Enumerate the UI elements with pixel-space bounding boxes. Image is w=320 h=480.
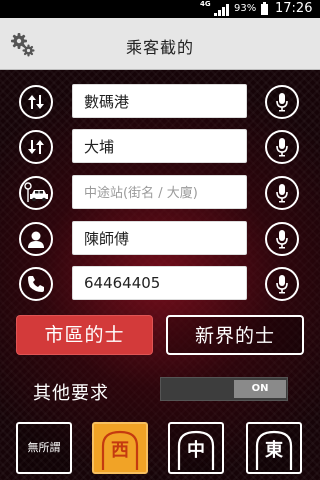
tunnel-east-button[interactable]: 東 [246,422,302,474]
tunnel-any-button[interactable]: 無所謂 [16,422,72,474]
battery-percent: 93% [234,3,257,14]
signal-icon [214,4,229,16]
tunnel-west-label: 西 [111,440,129,461]
stopover-voice-button[interactable] [265,176,299,210]
tunnel-east-label: 東 [265,440,283,461]
pickup-row [0,84,320,120]
name-input[interactable] [72,221,247,255]
phone-icon [28,276,44,292]
network-indicator: 4G [200,0,211,8]
taxi-stop-button[interactable] [19,176,53,210]
tunnel-middle-label: 中 [187,440,205,461]
swap-down-icon[interactable] [19,130,53,164]
toggle-state: ON [234,380,286,398]
tunnel-middle-button[interactable]: 中 [168,422,224,474]
microphone-icon [276,275,288,294]
name-row [0,221,320,257]
status-bar: 4G 93% 17:26 [0,0,320,18]
nt-taxi-button[interactable]: 新界的士 [166,315,304,355]
urban-taxi-button[interactable]: 市區的士 [16,315,153,355]
swap-up-icon[interactable] [19,85,53,119]
destination-row [0,129,320,165]
other-requirements-label: 其他要求 [33,383,109,404]
pickup-voice-button[interactable] [265,85,299,119]
destination-input[interactable] [72,129,247,163]
down-up-arrows-icon [28,140,44,154]
microphone-icon [276,230,288,249]
person-icon [28,231,44,248]
microphone-icon [276,184,288,203]
microphone-icon [276,93,288,112]
destination-voice-button[interactable] [265,130,299,164]
stopover-input[interactable] [72,175,247,209]
pickup-input[interactable] [72,84,247,118]
stopover-row [0,175,320,211]
microphone-icon [276,138,288,157]
page-title: 乘客截的 [125,38,194,57]
up-down-arrows-icon [28,95,44,109]
phone-row [0,266,320,302]
tunnel-west-button[interactable]: 西 [92,422,148,474]
other-requirements-toggle[interactable]: ON [160,377,288,401]
contact-button[interactable] [19,222,53,256]
phone-voice-button[interactable] [265,267,299,301]
phone-button[interactable] [19,267,53,301]
taxi-stop-icon [24,182,48,202]
clock: 17:26 [275,1,313,16]
phone-input[interactable] [72,266,247,300]
name-voice-button[interactable] [265,222,299,256]
battery-icon [261,2,268,15]
app-header: 乘客截的 [0,18,320,70]
